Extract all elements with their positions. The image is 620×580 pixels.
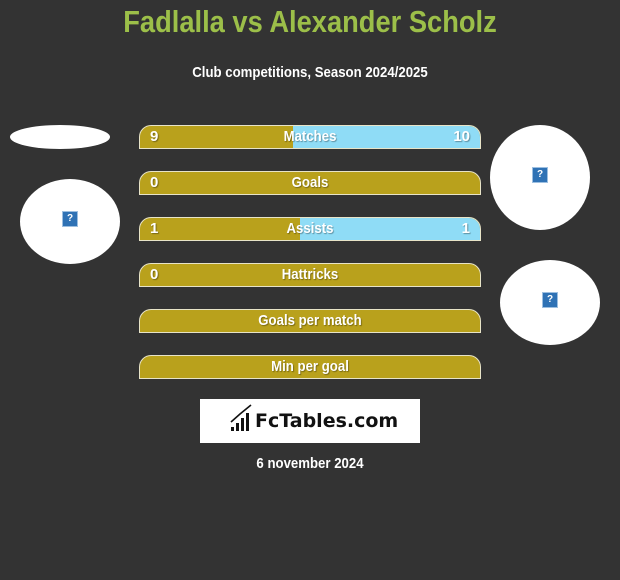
left-player-name-badge — [10, 125, 110, 149]
stat-label: Goals — [291, 174, 329, 191]
stat-label: Goals per match — [258, 312, 362, 329]
right-team-logo[interactable]: ? — [500, 260, 600, 345]
right-value: 10 — [453, 128, 470, 145]
left-value: 0 — [150, 266, 159, 283]
broken-image-icon: ? — [532, 167, 548, 183]
left-value: 1 — [150, 220, 159, 237]
broken-image-icon: ? — [62, 211, 78, 227]
stat-row-assists: 1 Assists 1 — [139, 217, 481, 241]
stat-row-goals: 0 Goals — [139, 171, 481, 195]
stat-row-matches: 9 Matches 10 — [139, 125, 481, 149]
page-subtitle: Club competitions, Season 2024/2025 — [192, 64, 428, 81]
left-player-photo[interactable]: ? — [20, 179, 120, 264]
left-value: 9 — [150, 128, 159, 145]
stat-row-hattricks: 0 Hattricks — [139, 263, 481, 287]
right-value: 1 — [461, 220, 470, 237]
fctables-logo-link[interactable]: FcTables.com — [200, 399, 420, 443]
stat-label: Min per goal — [271, 358, 349, 375]
page-title: Fadlalla vs Alexander Scholz — [123, 4, 497, 39]
stat-label: Assists — [286, 220, 334, 237]
stat-row-min-per-goal: Min per goal — [139, 355, 481, 379]
logo-text: FcTables.com — [255, 410, 399, 432]
right-player-photo[interactable]: ? — [490, 125, 590, 230]
stat-row-goals-per-match: Goals per match — [139, 309, 481, 333]
stat-label: Matches — [283, 128, 337, 145]
bar-chart-icon — [230, 404, 252, 431]
stat-label: Hattricks — [281, 266, 339, 283]
broken-image-icon: ? — [542, 292, 558, 308]
left-value: 0 — [150, 174, 159, 191]
date-label: 6 november 2024 — [256, 455, 364, 472]
